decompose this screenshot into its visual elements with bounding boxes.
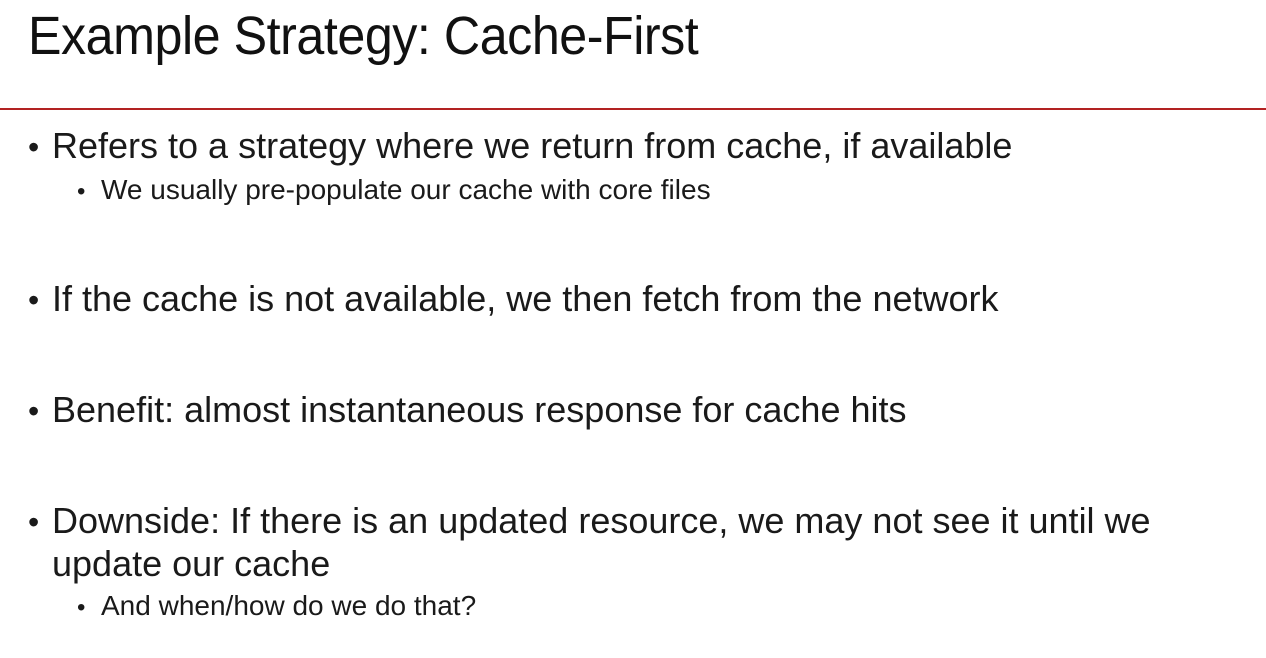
sub-bullet-text: And when/how do we do that? <box>101 590 477 621</box>
slide-title: Example Strategy: Cache-First <box>28 6 699 66</box>
sub-bullet-item-4-1: • And when/how do we do that? <box>77 589 1227 625</box>
bullet-text: Refers to a strategy where we return fro… <box>52 125 1013 166</box>
bullet-text: Downside: If there is an updated resourc… <box>52 500 1151 584</box>
bullet-marker: • <box>28 282 40 318</box>
bullet-item-4: • Downside: If there is an updated resour… <box>28 500 1258 584</box>
sub-bullet-marker: • <box>77 594 86 621</box>
bullet-marker: • <box>28 393 40 429</box>
bullet-text: If the cache is not available, we then f… <box>52 278 999 319</box>
bullet-marker: • <box>28 129 40 165</box>
bullet-item-2: • If the cache is not available, we then … <box>28 278 1258 321</box>
sub-bullet-item-1-1: • We usually pre-populate our cache with … <box>77 173 1227 209</box>
bullet-marker: • <box>28 504 40 540</box>
bullet-item-3: • Benefit: almost instantaneous response … <box>28 389 1258 432</box>
sub-bullet-text: We usually pre-populate our cache with c… <box>101 174 711 205</box>
bullet-text: Benefit: almost instantaneous response f… <box>52 389 907 430</box>
title-divider <box>0 108 1266 110</box>
sub-bullet-marker: • <box>77 178 86 205</box>
bullet-item-1: • Refers to a strategy where we return fr… <box>28 125 1258 168</box>
